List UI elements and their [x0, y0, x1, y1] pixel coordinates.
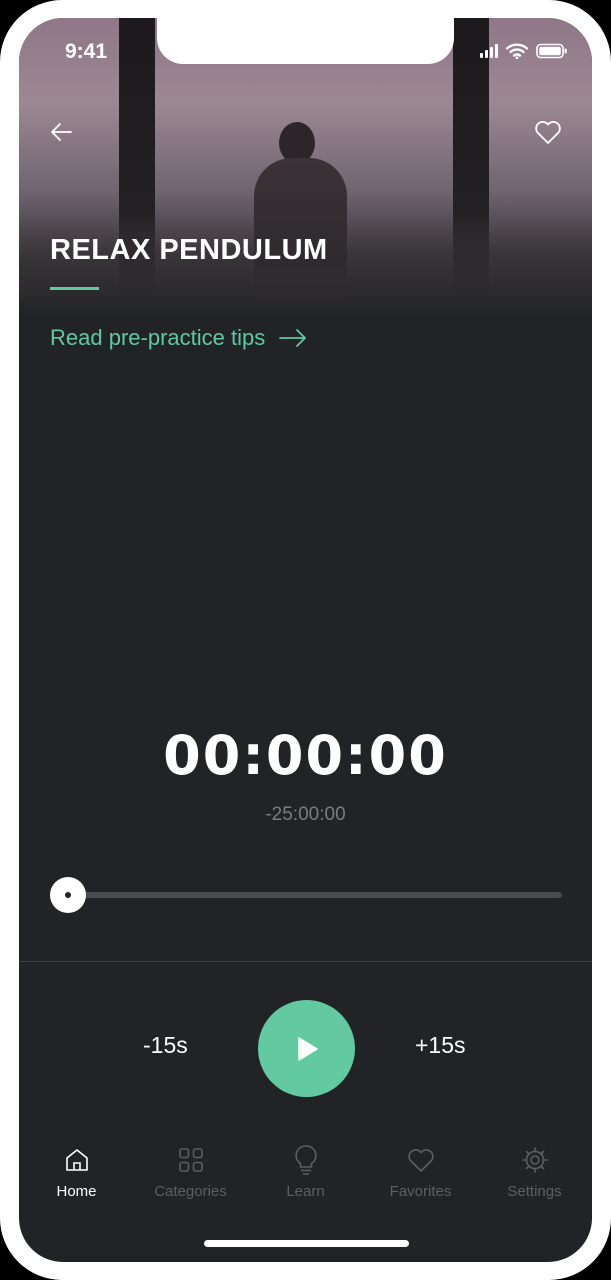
controls-divider [19, 961, 592, 962]
lightbulb-icon [294, 1145, 317, 1175]
forward-15-button[interactable]: +15s [415, 1032, 466, 1059]
tab-settings-label: Settings [507, 1183, 562, 1200]
tab-settings[interactable]: Settings [477, 1143, 592, 1200]
back-button[interactable] [41, 112, 81, 152]
favorite-button[interactable] [528, 112, 568, 152]
home-indicator [204, 1240, 409, 1247]
tips-link-label: Read pre-practice tips [50, 325, 266, 350]
heart-outline-icon [535, 121, 561, 144]
phone-frame: 9:41 RELAX PENDULUM Read pre-practice ti… [0, 0, 611, 1280]
play-icon [297, 1036, 318, 1061]
title-underline [50, 287, 99, 290]
progress-thumb[interactable] [50, 877, 86, 913]
tab-categories-label: Categories [154, 1183, 227, 1200]
tab-learn[interactable]: Learn [248, 1143, 363, 1200]
tab-home-label: Home [56, 1183, 97, 1200]
gear-icon [521, 1147, 548, 1173]
hero-pillar-right [453, 18, 489, 298]
tab-home[interactable]: Home [19, 1143, 134, 1200]
elapsed-time: 00:00:00 [163, 724, 448, 787]
heart-icon [407, 1149, 434, 1172]
pre-practice-tips-link[interactable]: Read pre-practice tips [50, 325, 307, 351]
bottom-tab-bar: Home Categories Learn Favorites Settings [19, 1143, 592, 1213]
arrow-right-icon [279, 329, 307, 347]
progress-track[interactable] [67, 892, 562, 898]
tab-favorites[interactable]: Favorites [363, 1143, 478, 1200]
arrow-left-icon [51, 123, 72, 141]
app-screen: 9:41 RELAX PENDULUM Read pre-practice ti… [19, 18, 592, 1262]
device-notch [157, 18, 454, 64]
tab-categories[interactable]: Categories [133, 1143, 248, 1200]
remaining-time: -25:00:00 [265, 804, 346, 825]
battery-icon [536, 43, 567, 59]
cellular-signal-icon [480, 44, 498, 58]
rewind-15-button[interactable]: -15s [143, 1032, 188, 1059]
tab-favorites-label: Favorites [389, 1183, 452, 1200]
play-button[interactable] [258, 1000, 355, 1097]
practice-title: RELAX PENDULUM [50, 234, 328, 266]
grid-icon [178, 1148, 203, 1172]
hero-person-body [254, 158, 347, 308]
status-icons [480, 43, 568, 59]
home-icon [65, 1149, 88, 1171]
wifi-icon [506, 43, 528, 59]
tab-learn-label: Learn [286, 1183, 325, 1200]
status-time: 9:41 [65, 40, 108, 63]
